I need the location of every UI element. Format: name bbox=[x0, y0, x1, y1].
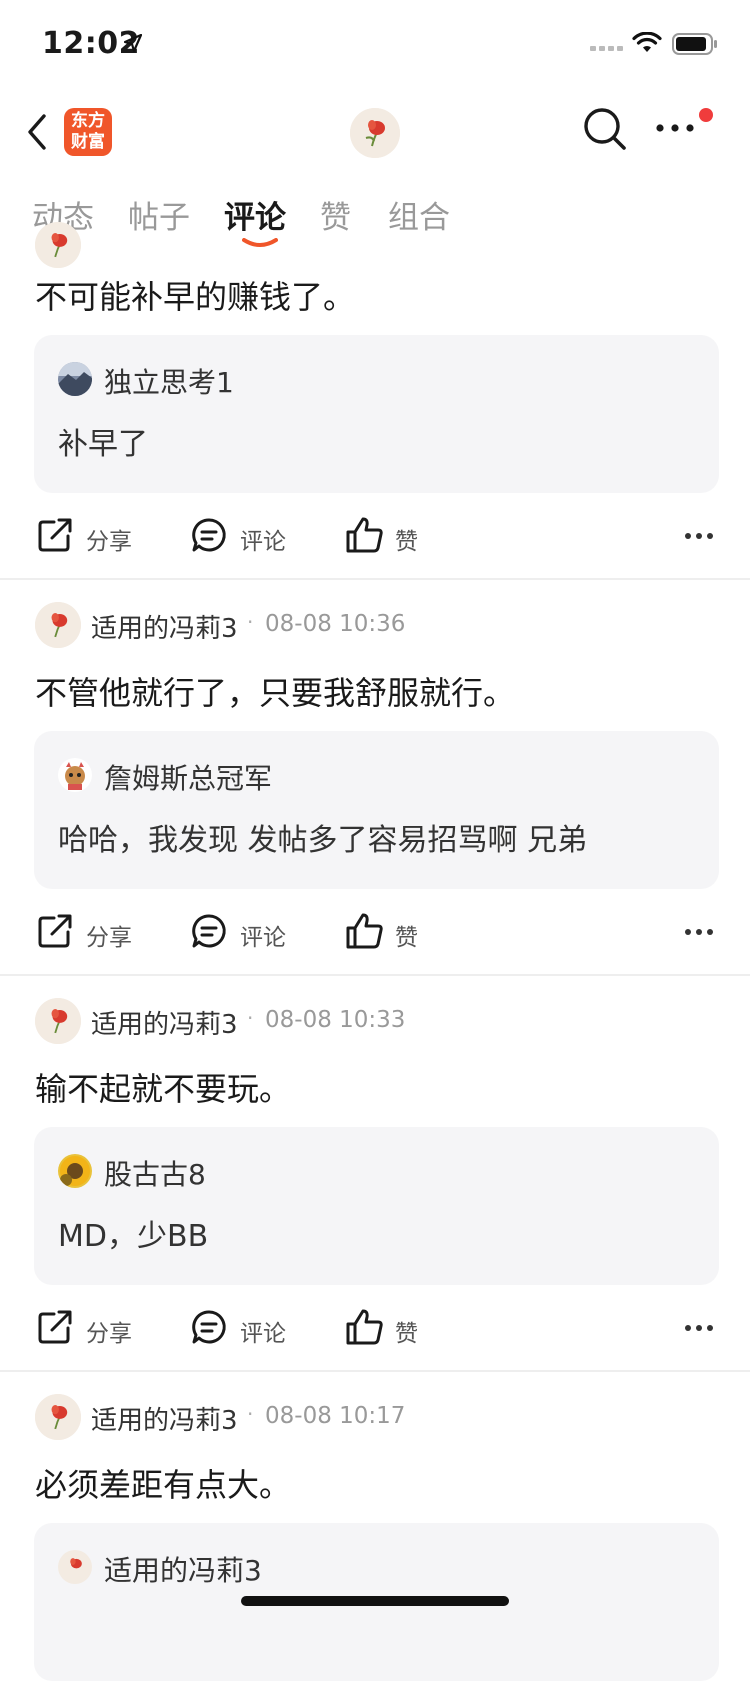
brand-line-2: 财富 bbox=[71, 132, 105, 152]
divider bbox=[0, 1370, 750, 1372]
share-button[interactable]: 分享 bbox=[36, 1308, 132, 1348]
author-name[interactable]: 适用的冯莉3 bbox=[91, 1400, 238, 1437]
author-name[interactable]: 适用的冯莉3 bbox=[91, 608, 238, 645]
quoted-post[interactable]: 股古古8 MD，少BB bbox=[34, 1127, 719, 1285]
share-icon bbox=[38, 518, 72, 552]
thumbs-up-icon bbox=[346, 517, 383, 553]
share-label: 分享 bbox=[86, 529, 132, 555]
share-label: 分享 bbox=[86, 1321, 132, 1347]
mascot-avatar-icon bbox=[58, 758, 92, 792]
separator-dot: · bbox=[247, 1006, 254, 1030]
quoted-author-avatar bbox=[58, 1550, 92, 1584]
quoted-author-name: 适用的冯莉3 bbox=[104, 1554, 262, 1587]
flower-avatar-icon bbox=[35, 1394, 81, 1440]
comment-text: 不可能补早的赚钱了。 bbox=[35, 278, 356, 316]
quoted-post[interactable]: 独立思考1 补早了 bbox=[34, 335, 719, 493]
comment-button[interactable]: 评论 bbox=[190, 1308, 286, 1348]
comment-bubble-icon bbox=[192, 914, 226, 948]
tab-likes[interactable]: 赞 bbox=[320, 192, 351, 237]
more-options-icon[interactable] bbox=[656, 124, 694, 132]
quoted-text: MD，少BB bbox=[58, 1219, 209, 1254]
sunflower-avatar-icon bbox=[58, 1154, 92, 1188]
share-button[interactable]: 分享 bbox=[36, 516, 132, 556]
more-actions-icon[interactable] bbox=[684, 928, 714, 936]
comment-label: 评论 bbox=[240, 925, 286, 951]
home-indicator[interactable] bbox=[241, 1596, 509, 1606]
like-button[interactable]: 赞 bbox=[345, 1308, 418, 1348]
tab-comments[interactable]: 评论 bbox=[224, 192, 286, 237]
more-actions-icon[interactable] bbox=[684, 1324, 714, 1332]
notification-dot bbox=[699, 108, 713, 122]
search-icon[interactable] bbox=[582, 106, 628, 152]
author-avatar[interactable] bbox=[35, 1394, 81, 1440]
author-avatar[interactable] bbox=[35, 998, 81, 1044]
location-arrow-icon bbox=[124, 34, 142, 52]
flower-avatar-icon bbox=[58, 1550, 92, 1584]
like-label: 赞 bbox=[395, 925, 418, 951]
signal-icon bbox=[590, 46, 623, 51]
flower-avatar-icon bbox=[35, 222, 81, 268]
more-actions-icon[interactable] bbox=[684, 532, 714, 540]
author-avatar[interactable] bbox=[35, 222, 81, 268]
divider bbox=[0, 578, 750, 580]
profile-tabs: 动态 帖子 评论 赞 组合 bbox=[0, 186, 750, 247]
timestamp: 08-08 10:17 bbox=[265, 1403, 406, 1429]
separator-dot: · bbox=[247, 610, 254, 634]
comment-actions: 分享 评论 赞 bbox=[0, 1298, 750, 1358]
tab-portfolio[interactable]: 组合 bbox=[388, 192, 450, 237]
comment-bubble-icon bbox=[192, 1310, 226, 1344]
like-button[interactable]: 赞 bbox=[345, 912, 418, 952]
comment-button[interactable]: 评论 bbox=[190, 912, 286, 952]
comment-actions: 分享 评论 赞 bbox=[0, 506, 750, 566]
like-label: 赞 bbox=[395, 529, 418, 555]
comment-text: 不管他就行了，只要我舒服就行。 bbox=[35, 674, 516, 712]
timestamp: 08-08 10:33 bbox=[265, 1007, 406, 1033]
navigation-bar: 东方 财富 bbox=[0, 96, 750, 172]
quoted-author-name: 股古古8 bbox=[104, 1158, 206, 1191]
tab-posts[interactable]: 帖子 bbox=[128, 192, 190, 237]
flower-avatar-icon bbox=[350, 108, 400, 158]
comment-label: 评论 bbox=[240, 529, 286, 555]
author-name[interactable]: 适用的冯莉3 bbox=[91, 1004, 238, 1041]
user-avatar[interactable] bbox=[350, 108, 400, 158]
quoted-author-name: 詹姆斯总冠军 bbox=[104, 762, 273, 795]
author-avatar[interactable] bbox=[35, 602, 81, 648]
comment-actions: 分享 评论 赞 bbox=[0, 902, 750, 962]
divider bbox=[0, 974, 750, 976]
brand-line-1: 东方 bbox=[71, 111, 105, 131]
comment-button[interactable]: 评论 bbox=[190, 516, 286, 556]
quoted-text: 补早了 bbox=[58, 427, 148, 462]
share-button[interactable]: 分享 bbox=[36, 912, 132, 952]
wifi-icon bbox=[632, 32, 662, 52]
mountain-avatar-icon bbox=[58, 362, 92, 396]
quoted-text: 哈哈，我发现 发帖多了容易招骂啊 兄弟 bbox=[58, 823, 588, 858]
timestamp: 08-08 10:36 bbox=[265, 611, 406, 637]
share-icon bbox=[38, 914, 72, 948]
quoted-author-avatar bbox=[58, 1154, 92, 1188]
share-icon bbox=[38, 1310, 72, 1344]
comment-bubble-icon bbox=[192, 518, 226, 552]
separator-dot: · bbox=[247, 1402, 254, 1426]
quoted-author-avatar bbox=[58, 362, 92, 396]
back-chevron-icon[interactable] bbox=[24, 112, 50, 152]
active-tab-indicator bbox=[242, 238, 278, 247]
battery-icon bbox=[672, 33, 717, 55]
like-button[interactable]: 赞 bbox=[345, 516, 418, 556]
eastmoney-logo[interactable]: 东方 财富 bbox=[64, 108, 112, 156]
flower-avatar-icon bbox=[35, 602, 81, 648]
comment-text: 必须差距有点大。 bbox=[35, 1466, 292, 1504]
flower-avatar-icon bbox=[35, 998, 81, 1044]
comment-text: 输不起就不要玩。 bbox=[35, 1070, 292, 1108]
thumbs-up-icon bbox=[346, 913, 383, 949]
share-label: 分享 bbox=[86, 925, 132, 951]
quoted-post[interactable]: 詹姆斯总冠军 哈哈，我发现 发帖多了容易招骂啊 兄弟 bbox=[34, 731, 719, 889]
like-label: 赞 bbox=[395, 1321, 418, 1347]
quoted-author-name: 独立思考1 bbox=[104, 366, 234, 399]
quoted-author-avatar bbox=[58, 758, 92, 792]
status-bar: 12:02 bbox=[0, 0, 750, 90]
thumbs-up-icon bbox=[346, 1309, 383, 1345]
comment-label: 评论 bbox=[240, 1321, 286, 1347]
